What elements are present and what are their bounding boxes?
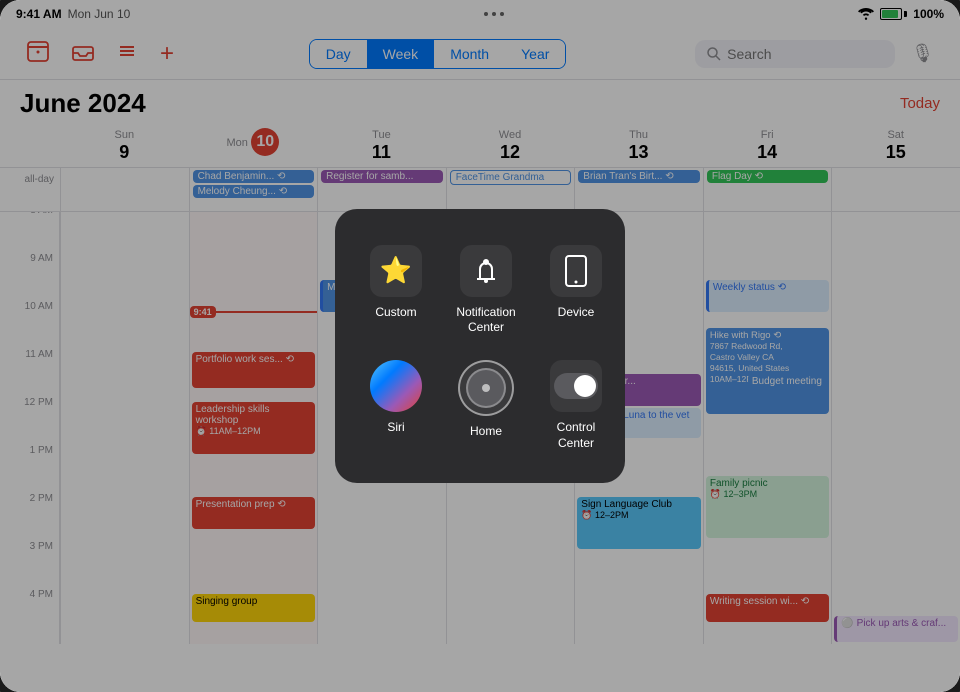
device-icon <box>550 245 602 297</box>
control-center-label: ControlCenter <box>557 420 596 451</box>
assistive-touch-menu: ⭐ Custom NotificationCenter <box>335 209 625 483</box>
home-btn-dot <box>482 384 490 392</box>
siri-label: Siri <box>387 420 404 436</box>
at-custom[interactable]: ⭐ Custom <box>351 233 441 333</box>
at-control-center[interactable]: ControlCenter <box>531 348 621 463</box>
toggle-knob <box>574 375 596 397</box>
assistive-touch-overlay: ⭐ Custom NotificationCenter <box>0 0 960 692</box>
at-notification-center[interactable]: NotificationCenter <box>441 233 531 348</box>
home-btn-inner <box>466 368 506 408</box>
ipad-frame: 9:41 AM Mon Jun 10 100% <box>0 0 960 692</box>
notification-center-icon <box>460 245 512 297</box>
home-btn-outer <box>458 360 514 416</box>
custom-icon: ⭐ <box>370 245 422 297</box>
control-center-icon <box>550 360 602 412</box>
custom-label: Custom <box>375 305 416 321</box>
at-device[interactable]: Device <box>531 233 621 333</box>
notification-center-label: NotificationCenter <box>456 305 515 336</box>
home-label: Home <box>470 424 502 440</box>
toggle-dot <box>560 383 566 389</box>
at-home[interactable]: Home <box>441 348 531 452</box>
at-siri[interactable]: Siri <box>351 348 441 448</box>
toggle-visual <box>554 373 598 399</box>
device-label: Device <box>558 305 595 321</box>
siri-icon <box>370 360 422 412</box>
